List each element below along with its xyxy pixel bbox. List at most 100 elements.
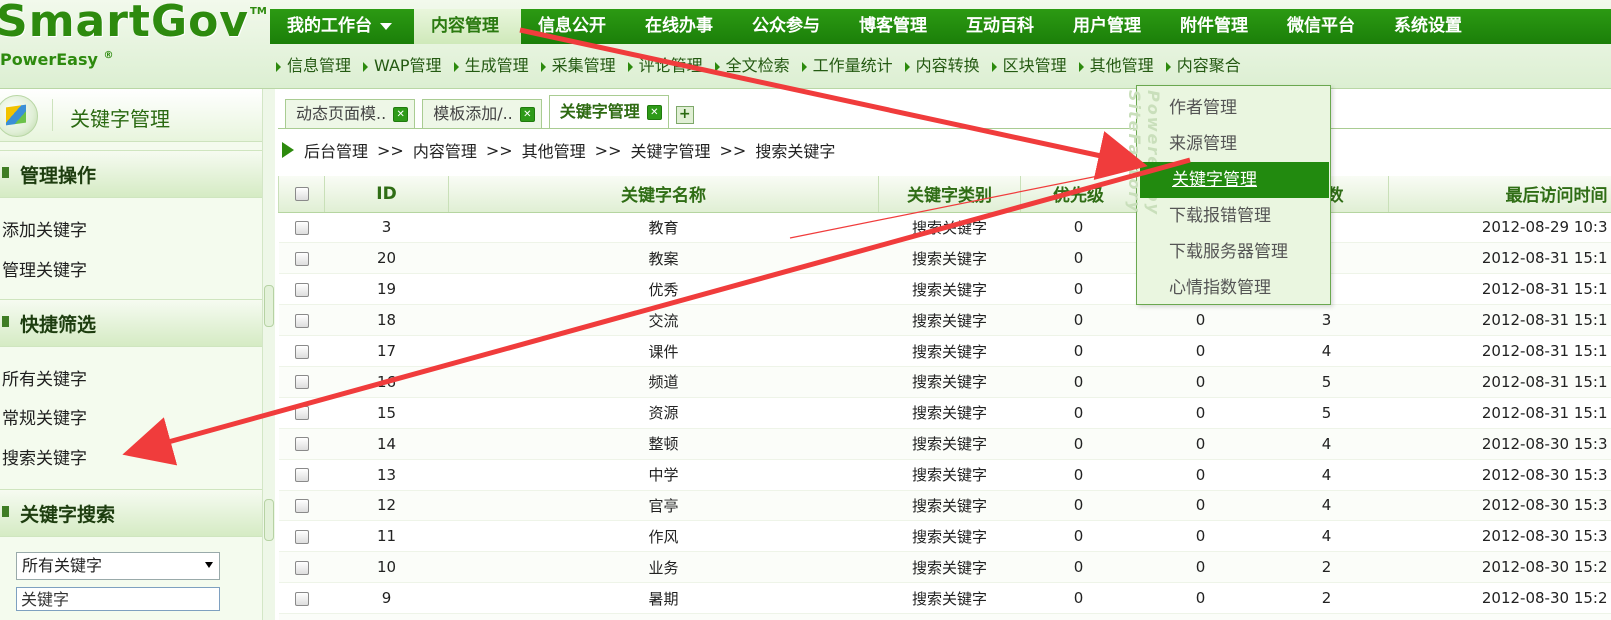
dropdown-item[interactable]: 下载报错管理 (1137, 198, 1330, 234)
subnav-item[interactable]: 其他管理 (1073, 52, 1160, 80)
table-row[interactable]: 11 作风 搜索关键字 0 0 4 2012-08-30 15:3 (278, 520, 1611, 553)
cell-name[interactable]: 活动 (448, 613, 879, 620)
cell-name[interactable]: 暑期 (448, 582, 879, 615)
cell-name[interactable]: 教育 (448, 212, 879, 244)
row-checkbox[interactable] (294, 220, 309, 235)
subnav-item[interactable]: 内容转换 (899, 52, 986, 80)
tab-item[interactable]: 模板添加/.. ✕ (422, 99, 542, 129)
table-row[interactable]: 18 交流 搜索关键字 0 0 3 2012-08-31 15:1 (278, 304, 1611, 337)
row-checkbox[interactable] (294, 375, 309, 390)
row-checkbox-cell[interactable] (278, 490, 325, 522)
sidebar-link-regular-keywords[interactable]: 常规关键字 (2, 404, 87, 429)
row-checkbox[interactable] (294, 344, 309, 359)
breadcrumb-item[interactable]: 搜索关键字 (755, 138, 835, 162)
topnav-item[interactable]: 附件管理 (1163, 9, 1270, 44)
cell-name[interactable]: 业务 (448, 551, 879, 584)
dropdown-item[interactable]: 下载服务器管理 (1137, 234, 1330, 270)
topnav-item[interactable]: 我的工作台 (270, 9, 414, 44)
topnav-item[interactable]: 互动百科 (949, 9, 1056, 44)
row-checkbox-cell[interactable] (278, 613, 325, 620)
close-icon[interactable]: ✕ (519, 107, 535, 122)
row-checkbox-cell[interactable] (278, 366, 325, 398)
breadcrumb-item[interactable]: 后台管理 (304, 138, 368, 162)
row-checkbox[interactable] (294, 591, 309, 606)
topnav-item[interactable]: 用户管理 (1056, 9, 1163, 44)
section-manage-ops[interactable]: 管理操作 (0, 150, 262, 198)
select-all-checkbox-cell[interactable] (278, 176, 325, 213)
subnav-item[interactable]: 全文检索 (709, 52, 796, 80)
cell-name[interactable]: 官亭 (448, 490, 879, 522)
cell-name[interactable]: 教案 (448, 242, 879, 275)
row-checkbox[interactable] (294, 406, 309, 421)
tab-item[interactable]: 关键字管理 ✕ (548, 95, 669, 129)
table-row[interactable]: 14 整顿 搜索关键字 0 0 4 2012-08-30 15:3 (278, 428, 1611, 460)
sidebar-link-search-keywords[interactable]: 搜索关键字 (2, 444, 87, 469)
table-row[interactable]: 3 教育 搜索关键字 0 2012-08-29 10:3 (278, 212, 1611, 244)
dropdown-item[interactable]: 关键字管理 (1140, 162, 1329, 198)
breadcrumb-item[interactable]: 其他管理 (522, 138, 586, 162)
col-header-name[interactable]: 关键字名称 (448, 176, 879, 213)
table-row[interactable]: 8活动搜索关键字0022012-08-30 15:2 (278, 613, 1611, 620)
row-checkbox[interactable] (294, 529, 309, 544)
subnav-item[interactable]: WAP管理 (357, 52, 448, 80)
col-header-last-visit[interactable]: 最后访问时间 (1388, 176, 1611, 213)
cell-name[interactable]: 整顿 (448, 428, 879, 460)
cell-name[interactable]: 交流 (448, 304, 879, 337)
logo[interactable]: SmartGov TM PowerEasy ® (0, 0, 270, 88)
col-header-type[interactable]: 关键字类别 (878, 176, 1021, 213)
topnav-item[interactable]: 内容管理 (414, 9, 521, 44)
row-checkbox-cell[interactable] (278, 551, 325, 584)
row-checkbox[interactable] (294, 251, 309, 266)
subnav-item[interactable]: 生成管理 (448, 52, 535, 80)
subnav-item[interactable]: 评论管理 (622, 52, 709, 80)
cell-name[interactable]: 频道 (448, 366, 879, 398)
topnav-item[interactable]: 系统设置 (1377, 9, 1484, 44)
topnav-item[interactable]: 在线办事 (628, 9, 735, 44)
subnav-item[interactable]: 信息管理 (270, 52, 357, 80)
row-checkbox-cell[interactable] (278, 582, 325, 615)
row-checkbox-cell[interactable] (278, 428, 325, 460)
row-checkbox-cell[interactable] (278, 212, 325, 244)
row-checkbox-cell[interactable] (278, 397, 325, 429)
sidebar-link-all-keywords[interactable]: 所有关键字 (2, 365, 87, 390)
row-checkbox[interactable] (294, 498, 309, 513)
row-checkbox[interactable] (294, 560, 309, 575)
row-checkbox-cell[interactable] (278, 520, 325, 553)
table-row[interactable]: 20 教案 搜索关键字 0 2012-08-31 15:1 (278, 242, 1611, 275)
close-icon[interactable]: ✕ (646, 105, 662, 120)
subnav-item[interactable]: 内容聚合 (1160, 52, 1247, 80)
tab-item[interactable]: 动态页面模.. ✕ (285, 99, 416, 129)
breadcrumb-item[interactable]: 内容管理 (413, 138, 477, 162)
table-row[interactable]: 9 暑期 搜索关键字 0 0 2 2012-08-30 15:2 (278, 582, 1611, 615)
col-header-id[interactable]: ID (324, 176, 449, 213)
row-checkbox-cell[interactable] (278, 459, 325, 491)
row-checkbox-cell[interactable] (278, 304, 325, 337)
row-checkbox-cell[interactable] (278, 273, 325, 306)
cell-name[interactable]: 课件 (448, 335, 879, 367)
row-checkbox[interactable] (294, 313, 309, 328)
cell-name[interactable]: 作风 (448, 520, 879, 553)
sidebar-link-manage-keyword[interactable]: 管理关键字 (2, 256, 87, 281)
row-checkbox[interactable] (294, 437, 309, 452)
row-checkbox[interactable] (294, 282, 309, 297)
subnav-item[interactable]: 区块管理 (986, 52, 1073, 80)
row-checkbox[interactable] (294, 468, 309, 483)
table-row[interactable]: 15 资源 搜索关键字 0 0 5 2012-08-31 15:1 (278, 397, 1611, 429)
table-row[interactable]: 10 业务 搜索关键字 0 0 2 2012-08-30 15:2 (278, 551, 1611, 584)
splitter-handle[interactable] (264, 285, 274, 327)
sidebar-link-add-keyword[interactable]: 添加关键字 (2, 216, 87, 241)
select-all-checkbox[interactable] (294, 186, 309, 201)
section-quick-filter[interactable]: 快捷筛选 (0, 299, 262, 347)
topnav-item[interactable]: 微信平台 (1270, 9, 1377, 44)
topnav-item[interactable]: 公众参与 (735, 9, 842, 44)
breadcrumb-item[interactable]: 关键字管理 (630, 138, 710, 162)
add-tab-icon[interactable]: + (675, 106, 694, 124)
dropdown-item[interactable]: 来源管理 (1137, 126, 1330, 162)
table-row[interactable]: 13 中学 搜索关键字 0 0 4 2012-08-30 15:3 (278, 459, 1611, 491)
sidebar-splitter[interactable] (262, 89, 275, 620)
subnav-item[interactable]: 工作量统计 (796, 52, 899, 80)
dropdown-item[interactable]: 作者管理 (1137, 90, 1330, 126)
topnav-item[interactable]: 信息公开 (521, 9, 628, 44)
table-row[interactable]: 16 频道 搜索关键字 0 0 5 2012-08-31 15:1 (278, 366, 1611, 398)
cell-name[interactable]: 中学 (448, 459, 879, 491)
